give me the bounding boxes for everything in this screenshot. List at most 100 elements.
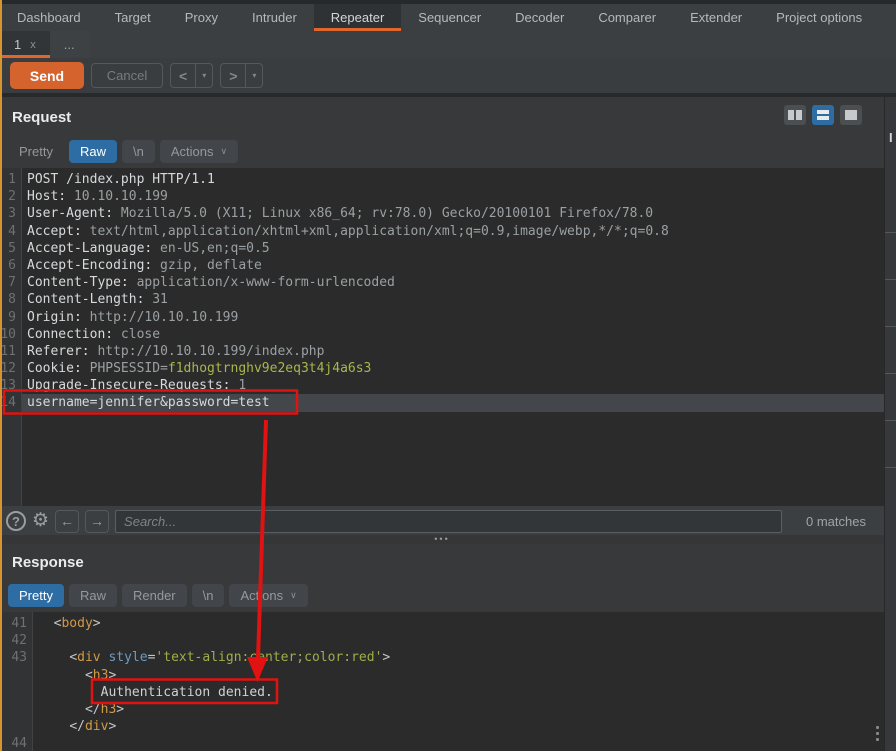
line-number: 10: [0, 326, 22, 343]
panel-split-divider[interactable]: •••: [0, 535, 884, 544]
tab-pretty[interactable]: Pretty: [8, 584, 64, 607]
burp-repeater-window: DashboardTargetProxyIntruderRepeaterSequ…: [0, 0, 896, 751]
back-button[interactable]: < ▾: [170, 63, 213, 88]
code-line: </div>: [0, 718, 884, 735]
code-line: 6Accept-Encoding: gzip, deflate: [0, 257, 884, 274]
layout-single-button[interactable]: [840, 105, 862, 125]
search-next-button[interactable]: →: [85, 510, 109, 533]
code-line: 13Upgrade-Insecure-Requests: 1: [0, 377, 884, 394]
code-line: 9Origin: http://10.10.10.199: [0, 309, 884, 326]
search-input[interactable]: [115, 510, 782, 533]
send-button[interactable]: Send: [10, 62, 84, 89]
inspector-title: I: [885, 97, 896, 145]
code-line: </h3>: [0, 701, 884, 718]
request-lines: 1POST /index.php HTTP/1.12Host: 10.10.10…: [0, 171, 884, 412]
main-area: Request PrettyRaw\nActions∨ 1POST /index…: [0, 97, 884, 751]
tab-n[interactable]: \n: [122, 140, 155, 163]
rows-icon: [817, 110, 829, 120]
code-line: 10Connection: close: [0, 326, 884, 343]
drag-handle-icon: •••: [0, 535, 884, 543]
code-line: 5Accept-Language: en-US,en;q=0.5: [0, 240, 884, 257]
tab-render[interactable]: Render: [122, 584, 187, 607]
layout-columns-button[interactable]: [784, 105, 806, 125]
tab-actions[interactable]: Actions∨: [160, 140, 238, 163]
line-number: 13: [0, 377, 22, 394]
search-prev-button[interactable]: ←: [55, 510, 79, 533]
line-number: 2: [0, 188, 22, 205]
menu-item-dashboard[interactable]: Dashboard: [0, 4, 98, 31]
search-match-count: 0 matches: [788, 514, 878, 529]
request-search-bar: ? ⚙ ← → 0 matches: [0, 506, 884, 536]
code-line: 12Cookie: PHPSESSID=f1dhogtrnghv9e2eq3t4…: [0, 360, 884, 377]
line-number: [0, 701, 33, 718]
back-dropdown-icon[interactable]: ▾: [196, 64, 212, 87]
inspector-drag-handle-icon[interactable]: [876, 726, 879, 741]
code-line: 14username=jennifer&password=test: [0, 394, 884, 411]
tab-raw[interactable]: Raw: [69, 140, 117, 163]
tab-pretty[interactable]: Pretty: [8, 140, 64, 163]
menu-item-repeater[interactable]: Repeater: [314, 4, 401, 31]
code-line: 3User-Agent: Mozilla/5.0 (X11; Linux x86…: [0, 205, 884, 222]
request-editor[interactable]: 1POST /index.php HTTP/1.12Host: 10.10.10…: [0, 168, 884, 506]
close-tab-icon[interactable]: x: [30, 39, 36, 51]
arrow-right-icon: →: [90, 513, 104, 529]
response-panel-header: Response PrettyRawRender\nActions∨: [0, 544, 884, 612]
line-number: 12: [0, 360, 22, 377]
line-number: 5: [0, 240, 22, 257]
request-panel-title: Request: [12, 109, 71, 126]
repeater-tab-more[interactable]: ...: [50, 31, 89, 58]
menu-item-comparer[interactable]: Comparer: [581, 4, 673, 31]
code-line: 7Content-Type: application/x-www-form-ur…: [0, 274, 884, 291]
request-view-tabs: PrettyRaw\nActions∨: [8, 140, 238, 163]
response-panel-title: Response: [12, 554, 84, 571]
response-editor[interactable]: 41 <body>4243 <div style='text-align:cen…: [0, 612, 884, 751]
menu-item-intruder[interactable]: Intruder: [235, 4, 314, 31]
line-number: [0, 684, 33, 701]
menu-item-extender[interactable]: Extender: [673, 4, 759, 31]
layout-rows-button[interactable]: [812, 105, 834, 125]
code-line: 42: [0, 632, 884, 649]
layout-toggle-group: [784, 105, 862, 125]
arrow-left-icon: ←: [60, 513, 74, 529]
line-number: 41: [0, 615, 33, 632]
line-number: 1: [0, 171, 22, 188]
chevron-down-icon: ∨: [290, 590, 297, 601]
response-view-tabs: PrettyRawRender\nActions∨: [8, 584, 308, 607]
code-line: 43 <div style='text-align:center;color:r…: [0, 649, 884, 666]
forward-button[interactable]: > ▾: [220, 63, 263, 88]
code-line: 1POST /index.php HTTP/1.1: [0, 171, 884, 188]
line-number: 7: [0, 274, 22, 291]
line-number: 8: [0, 291, 22, 308]
repeater-tab-1[interactable]: 1x: [0, 31, 50, 58]
line-number: 14: [0, 394, 22, 411]
code-line: 44: [0, 735, 884, 751]
line-number: [0, 718, 33, 735]
back-icon: <: [171, 64, 195, 87]
code-line: 41 <body>: [0, 615, 884, 632]
menu-item-sequencer[interactable]: Sequencer: [401, 4, 498, 31]
menu-item-decoder[interactable]: Decoder: [498, 4, 581, 31]
forward-dropdown-icon[interactable]: ▾: [246, 64, 262, 87]
single-pane-icon: [845, 110, 857, 120]
gear-icon[interactable]: ⚙: [32, 511, 49, 531]
menu-item-target[interactable]: Target: [98, 4, 168, 31]
line-number: 42: [0, 632, 33, 649]
tab-actions[interactable]: Actions∨: [229, 584, 307, 607]
code-line: 8Content-Length: 31: [0, 291, 884, 308]
help-icon[interactable]: ?: [6, 511, 26, 531]
line-number: [0, 667, 33, 684]
code-line: 4Accept: text/html,application/xhtml+xml…: [0, 223, 884, 240]
menu-item-project-options[interactable]: Project options: [759, 4, 879, 31]
line-number: 11: [0, 343, 22, 360]
window-focus-border: [0, 0, 2, 751]
repeater-tab-bar: 1x...: [0, 31, 896, 58]
code-line: 11Referer: http://10.10.10.199/index.php: [0, 343, 884, 360]
cancel-button[interactable]: Cancel: [91, 63, 163, 88]
menu-item-proxy[interactable]: Proxy: [168, 4, 235, 31]
repeater-toolbar: Send Cancel < ▾ > ▾: [0, 58, 896, 93]
tab-raw[interactable]: Raw: [69, 584, 117, 607]
request-panel-header: Request PrettyRaw\nActions∨: [0, 97, 884, 168]
code-line: Authentication denied.: [0, 684, 884, 701]
inspector-panel-collapsed[interactable]: I: [884, 97, 896, 751]
tab-n[interactable]: \n: [192, 584, 225, 607]
